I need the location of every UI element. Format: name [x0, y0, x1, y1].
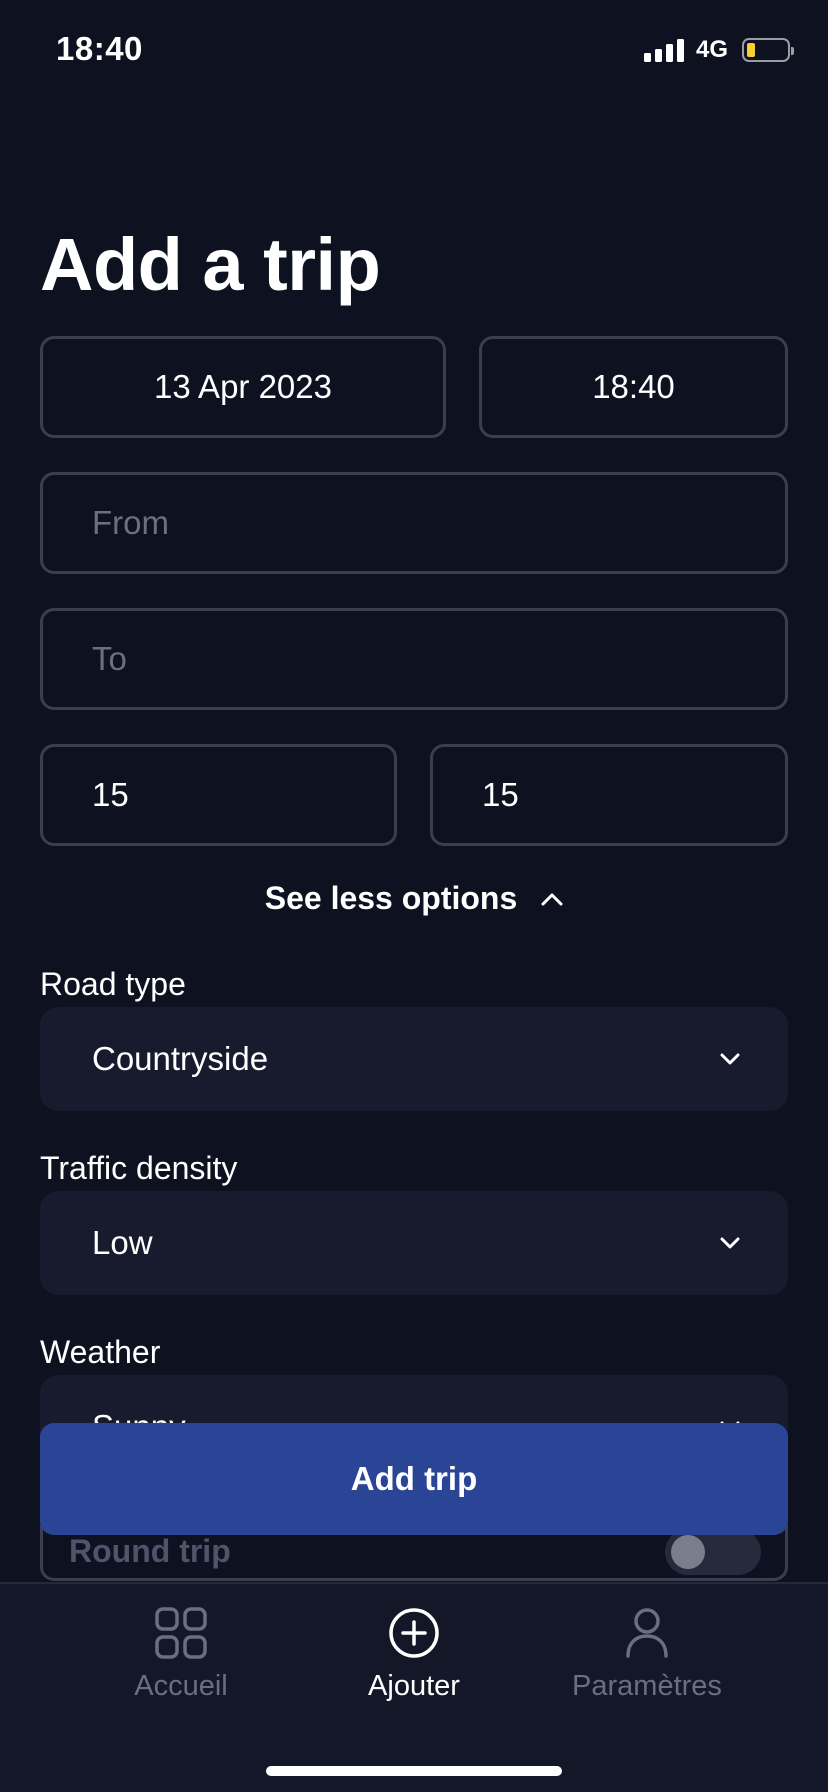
battery-icon [742, 38, 794, 62]
add-trip-screen: 18:40 4G Add a trip 13 Apr 2023 18:40 Fr… [0, 0, 828, 1792]
chevron-down-icon [720, 1053, 740, 1065]
road-type-label: Road type [40, 966, 186, 1002]
date-value: 13 Apr 2023 [154, 368, 332, 405]
round-trip-label: Round trip [69, 1533, 231, 1569]
road-type-value: Countryside [92, 1040, 269, 1077]
time-picker[interactable]: 18:40 [479, 336, 788, 438]
to-input[interactable]: To [40, 608, 788, 710]
numeric-field-left-value: 15 [92, 776, 129, 813]
to-placeholder: To [92, 640, 127, 677]
network-type: 4G [695, 36, 728, 63]
numeric-field-right[interactable]: 15 [430, 744, 788, 846]
round-trip-toggle[interactable] [665, 1528, 761, 1575]
see-less-options-button[interactable]: See less options [0, 880, 828, 917]
tab-accueil-label: Accueil [134, 1670, 228, 1702]
see-less-label: See less options [264, 880, 518, 916]
traffic-density-select[interactable]: Low [40, 1191, 788, 1295]
traffic-density-label: Traffic density [40, 1150, 238, 1186]
numeric-field-left[interactable]: 15 [40, 744, 397, 846]
grid-icon [155, 1607, 207, 1659]
chevron-down-icon [720, 1237, 740, 1249]
tab-accueil[interactable]: Accueil [61, 1606, 301, 1703]
traffic-density-value: Low [92, 1224, 153, 1261]
time-value: 18:40 [592, 368, 675, 405]
add-trip-button-label: Add trip [350, 1460, 478, 1497]
plus-circle-icon [389, 1608, 439, 1658]
home-indicator [266, 1766, 562, 1776]
from-input[interactable]: From [40, 472, 788, 574]
weather-label: Weather [40, 1334, 161, 1370]
tab-parametres[interactable]: Paramètres [527, 1606, 767, 1703]
chevron-up-icon [541, 893, 563, 905]
tab-ajouter[interactable]: Ajouter [294, 1606, 534, 1703]
tab-parametres-label: Paramètres [572, 1670, 722, 1702]
toggle-knob [671, 1534, 705, 1569]
page-title: Add a trip [40, 223, 381, 306]
from-placeholder: From [92, 504, 169, 541]
status-indicators: 4G [643, 36, 794, 64]
person-icon [626, 1608, 668, 1658]
numeric-field-right-value: 15 [482, 776, 519, 813]
tab-ajouter-label: Ajouter [368, 1670, 460, 1702]
add-trip-button[interactable]: Add trip [40, 1423, 788, 1535]
signal-icon [643, 38, 684, 62]
road-type-select[interactable]: Countryside [40, 1007, 788, 1111]
tab-bar: Accueil Ajouter Paramètres [0, 1582, 828, 1792]
status-time: 18:40 [56, 30, 143, 67]
date-picker[interactable]: 13 Apr 2023 [40, 336, 446, 438]
